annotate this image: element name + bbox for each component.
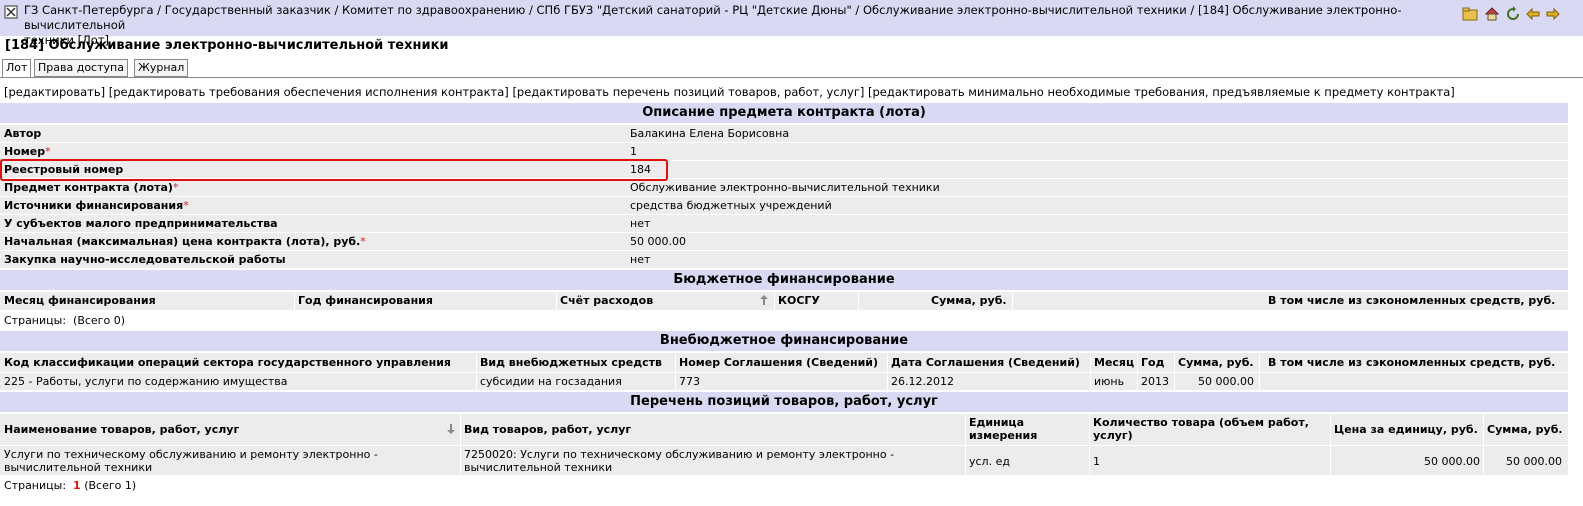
field-value: нет — [630, 253, 651, 266]
column-header[interactable]: Месяц финансирования — [4, 294, 156, 307]
edit-requirements-link[interactable]: [редактировать требования обеспечения ис… — [109, 85, 509, 99]
sort-down-icon[interactable] — [446, 423, 456, 435]
field-value: нет — [630, 217, 651, 230]
tab-divider — [0, 77, 1583, 78]
field-value: 1 — [630, 145, 637, 158]
table-row[interactable]: Услуги по техническому обслуживанию и ре… — [0, 446, 1568, 475]
table-cell: 50 000.00 — [1424, 455, 1480, 468]
column-header[interactable]: В том числе из сэкономленных средств, ру… — [1268, 294, 1555, 307]
tab-access-rights[interactable]: Права доступа — [34, 59, 128, 77]
edit-link[interactable]: [редактировать] — [4, 85, 105, 99]
column-header[interactable]: Сумма, руб. — [1178, 356, 1254, 369]
column-header[interactable]: Цена за единицу, руб. — [1334, 423, 1478, 436]
column-header[interactable]: Счёт расходов — [560, 294, 653, 307]
column-header[interactable]: КОСГУ — [778, 294, 820, 307]
field-row-research: Закупка научно-исследовательской работы … — [0, 251, 1568, 269]
home-icon[interactable] — [1484, 6, 1500, 22]
table-cell: 1 — [1093, 455, 1100, 468]
field-row-funding-sources: Источники финансирования* средства бюдже… — [0, 197, 1568, 215]
budget-pagination: Страницы: (Всего 0) — [4, 314, 125, 327]
field-value: Обслуживание электронно-вычислительной т… — [630, 181, 940, 194]
sort-up-icon[interactable] — [759, 294, 769, 306]
column-header[interactable]: Сумма, руб. — [931, 294, 1007, 307]
positions-table-header: Наименование товаров, работ, услуг Вид т… — [0, 414, 1568, 445]
field-label: Предмет контракта (лота)* — [4, 181, 179, 194]
description-section-title: Описание предмета контракта (лота) — [0, 103, 1568, 123]
positions-section-title: Перечень позиций товаров, работ, услуг — [0, 392, 1568, 412]
table-cell: усл. ед — [969, 455, 1010, 468]
refresh-icon[interactable] — [1505, 6, 1521, 22]
field-row-initial-price: Начальная (максимальная) цена контракта … — [0, 233, 1568, 251]
column-header[interactable]: Дата Соглашения (Сведений) — [891, 356, 1080, 369]
field-label: Источники финансирования* — [4, 199, 189, 212]
table-cell: 50 000.00 — [1198, 375, 1254, 388]
edit-min-requirements-link[interactable]: [редактировать минимально необходимые тр… — [868, 85, 1455, 99]
column-header[interactable]: В том числе из сэкономленных средств, ру… — [1268, 356, 1555, 369]
edit-positions-link[interactable]: [редактировать перечень позиций товаров,… — [512, 85, 864, 99]
column-header[interactable]: Количество товара (объем работ, услуг) — [1093, 416, 1325, 442]
app-logo-icon — [4, 5, 18, 19]
field-label: Закупка научно-исследовательской работы — [4, 253, 286, 266]
field-label: Номер* — [4, 145, 51, 158]
folder-icon[interactable] — [1462, 6, 1478, 22]
field-label: Начальная (максимальная) цена контракта … — [4, 235, 366, 248]
column-header[interactable]: Вид товаров, работ, услуг — [464, 423, 631, 436]
field-value: Балакина Елена Борисовна — [630, 127, 790, 140]
positions-pagination: Страницы: 1 (Всего 1) — [4, 479, 137, 492]
offbudget-section-title: Внебюджетное финансирование — [0, 331, 1568, 351]
table-cell: 225 - Работы, услуги по содержанию имуще… — [4, 375, 288, 388]
column-header[interactable]: Год финансирования — [298, 294, 433, 307]
field-label: У субъектов малого предпринимательства — [4, 217, 278, 230]
column-header[interactable]: Код классификации операций сектора госуд… — [4, 356, 451, 369]
column-header[interactable]: Единица измерения — [969, 416, 1079, 442]
table-cell: субсидии на госзадания — [480, 375, 622, 388]
budget-section-title: Бюджетное финансирование — [0, 270, 1568, 290]
column-header[interactable]: Номер Соглашения (Сведений) — [679, 356, 878, 369]
page-title: [184] Обслуживание электронно-вычислител… — [5, 38, 449, 53]
column-header[interactable]: Наименование товаров, работ, услуг — [4, 423, 239, 436]
column-header[interactable]: Вид внебюджетных средств — [480, 356, 662, 369]
breadcrumb-line1[interactable]: ГЗ Санкт-Петербурга / Государственный за… — [24, 3, 1401, 32]
budget-table-header: Месяц финансирования Год финансирования … — [0, 292, 1568, 310]
field-label: Автор — [4, 127, 42, 140]
table-cell: Услуги по техническому обслуживанию и ре… — [4, 448, 378, 474]
table-cell: 50 000.00 — [1506, 455, 1562, 468]
current-page-link[interactable]: 1 — [73, 479, 81, 492]
tab-lot[interactable]: Лот — [2, 59, 32, 78]
field-value: 50 000.00 — [630, 235, 686, 248]
field-row-small-business: У субъектов малого предпринимательства н… — [0, 215, 1568, 233]
table-cell: 26.12.2012 — [891, 375, 954, 388]
table-cell: 2013 — [1141, 375, 1169, 388]
field-value: средства бюджетных учреждений — [630, 199, 832, 212]
table-cell: 773 — [679, 375, 700, 388]
table-cell: 7250020: Услуги по техническому обслужив… — [464, 448, 895, 474]
action-links: [редактировать] [редактировать требовани… — [4, 85, 1455, 99]
field-row-author: Автор Балакина Елена Борисовна — [0, 125, 1568, 143]
field-row-subject: Предмет контракта (лота)* Обслуживание э… — [0, 179, 1568, 197]
table-row[interactable]: 225 - Работы, услуги по содержанию имуще… — [0, 373, 1568, 390]
arrow-left-icon[interactable] — [1525, 6, 1541, 22]
column-header[interactable]: Сумма, руб. — [1487, 423, 1563, 436]
column-header[interactable]: Год — [1141, 356, 1164, 369]
tab-journal[interactable]: Журнал — [134, 59, 189, 77]
offbudget-table-header: Код классификации операций сектора госуд… — [0, 353, 1568, 372]
column-header[interactable]: Месяц — [1094, 356, 1134, 369]
top-bar: ГЗ Санкт-Петербурга / Государственный за… — [0, 0, 1583, 47]
table-cell: июнь — [1094, 375, 1125, 388]
highlight-box — [0, 159, 668, 181]
arrow-right-icon[interactable] — [1545, 6, 1561, 22]
